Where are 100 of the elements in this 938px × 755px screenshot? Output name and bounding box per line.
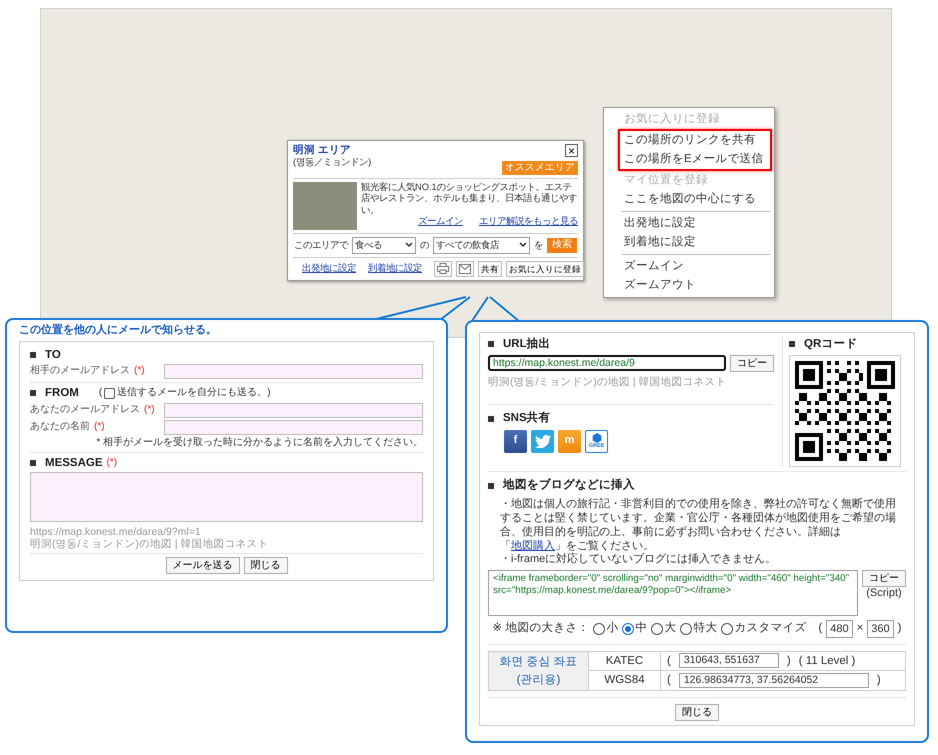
paren: ) — [786, 654, 791, 668]
sns-button[interactable] — [531, 430, 554, 453]
chevron-icon — [519, 242, 527, 248]
copy-button[interactable]: コピー — [730, 355, 774, 372]
zoom-level: ( 11 Level ) — [798, 654, 856, 668]
required-mark: (*) — [144, 404, 155, 416]
coordinate-system: WGS84 — [588, 670, 660, 690]
radio-option[interactable]: 小 — [593, 621, 618, 636]
bullet-icon — [488, 341, 494, 348]
purchase-link[interactable]: 地図購入 — [511, 540, 555, 552]
recommended-badge: オススメエリア — [502, 161, 578, 175]
section-heading: TO — [45, 348, 61, 362]
field-label: 相手のメールアドレス — [30, 365, 130, 378]
radio-option[interactable]: カスタマイズ — [721, 621, 806, 636]
page-title: 明洞(명동/ミョンドン)の地図 | 韓国地図コネスト — [488, 376, 728, 388]
close-button[interactable]: 閉じる — [675, 704, 719, 720]
search-label: このエリアで — [294, 240, 348, 252]
paren: ( — [667, 673, 671, 688]
menu-item[interactable]: ズームアウト — [604, 276, 774, 295]
form-button[interactable]: メールを送る — [166, 557, 240, 574]
menu-item[interactable]: ズームイン — [604, 257, 774, 276]
popup-link[interactable]: エリア解説をもっと見る — [479, 216, 578, 228]
text-field[interactable] — [164, 402, 423, 418]
search-joiner: の — [420, 240, 429, 252]
area-description: 観光客に人気NO.1のショッピングスポット。エステ店やレストラン、ホテルも集まり、日本語も通じやすい。 — [361, 182, 578, 216]
hexagon-icon — [592, 433, 602, 444]
times-sign: × — [856, 621, 864, 636]
close-button[interactable]: × — [565, 144, 578, 157]
share-button[interactable]: お気に入りに登録 — [506, 260, 584, 277]
area-subtitle: (명동／ミョンドン) — [293, 157, 372, 169]
required-mark: (*) — [94, 420, 105, 434]
text-field[interactable] — [164, 364, 423, 380]
popup-link[interactable]: 到着地に設定 — [368, 263, 422, 275]
text-field[interactable] — [164, 420, 423, 434]
paren: ( — [818, 621, 822, 636]
menu-item[interactable]: 出発地に設定 — [604, 214, 774, 233]
copy-button[interactable]: コピー — [862, 570, 906, 586]
section-heading: SNS共有 — [503, 411, 551, 426]
bullet-icon — [30, 460, 36, 466]
popup-link[interactable]: 出発地に設定 — [302, 263, 356, 275]
dropdown[interactable]: 食べる — [352, 236, 416, 254]
coordinate-system: KATEC — [588, 651, 660, 670]
section-heading: MESSAGE — [45, 456, 103, 470]
section-heading: FROM — [45, 386, 79, 400]
printer-icon — [437, 263, 449, 274]
coordinate-field[interactable]: 126.98634773, 37.56264052 — [678, 672, 869, 688]
required-mark: (*) — [106, 456, 118, 470]
radio-option[interactable]: 大 — [651, 621, 676, 636]
paren: ( — [667, 654, 671, 668]
field-label: あなたのメールアドレス — [30, 404, 140, 416]
message-field[interactable] — [30, 472, 423, 522]
radio-option[interactable]: 中 — [622, 621, 648, 636]
paren: ) — [898, 621, 902, 636]
panel-title: この位置を他の人にメールで知らせる。 — [19, 324, 218, 338]
paren: ) — [267, 387, 271, 400]
photo-placeholder — [293, 182, 357, 230]
section-heading: 地図をブログなどに挿入 — [503, 478, 635, 493]
bullet-icon — [30, 390, 36, 396]
bullet-icon — [30, 352, 36, 358]
coordinate-field[interactable]: 310643, 551637 — [678, 653, 779, 668]
bird-icon — [534, 434, 550, 448]
dropdown[interactable]: すべての飲食店 — [433, 236, 530, 254]
height-field[interactable]: 360 — [867, 620, 894, 638]
notice-text: ・地図は個人の旅行記・非営利目的での使用を除き、弊社の許可なく無断で使用することは堅く禁じています。企業・官公庁・各種団体が地図使用をご希望の場合、使用目的を明記の上、事前に必ずお問い合わせください。詳細は「地図購入」をご覧ください。 — [499, 496, 897, 552]
paren: ) — [876, 673, 881, 688]
copy-note: (Script) — [866, 586, 902, 600]
checkbox-label: 送信するメールを自分にも送る。 — [117, 387, 268, 400]
menu-item[interactable]: この場所のリンクを共有 — [620, 131, 770, 150]
checkbox[interactable] — [104, 388, 116, 399]
url-field[interactable]: https://map.konest.me/darea/9 — [488, 355, 726, 372]
share-url: https://map.konest.me/darea/9?ml=1 — [30, 526, 202, 538]
page-title: 明洞(명동/ミョンドン)の地図 | 韓国地図コネスト — [30, 538, 270, 550]
bullet-icon — [488, 416, 494, 422]
section-heading: URL抽出 — [503, 337, 551, 352]
print-button[interactable] — [434, 260, 452, 277]
mail-button[interactable] — [456, 260, 474, 277]
code-field[interactable]: <iframe frameborder="0" scrolling="no" marginwidth="0" width="460" height="340" src="https://map.konest.me/darea/9?pop=0"></iframe> — [488, 570, 858, 616]
menu-item[interactable]: ここを地図の中心にする — [604, 190, 774, 209]
envelope-icon — [459, 264, 471, 274]
note-text: ・i-frameに対応していないブログには挿入できません。 — [499, 552, 778, 566]
area-title: 明洞 エリア — [293, 144, 352, 158]
width-field[interactable]: 480 — [826, 620, 853, 638]
paren: ( — [98, 387, 102, 400]
field-label: あなたの名前 — [30, 420, 90, 434]
required-mark: (*) — [134, 365, 145, 378]
size-label: ※ 地図の大きさ： — [492, 621, 590, 636]
sns-button[interactable]: f — [504, 430, 527, 453]
coordinates-header: 화면 중심 좌표 (관리용) — [488, 651, 588, 690]
radio-option[interactable]: 特大 — [680, 621, 718, 636]
bullet-icon — [488, 482, 494, 489]
popup-link[interactable]: ズームイン — [418, 216, 463, 228]
search-joiner: を — [534, 240, 543, 252]
bullet-icon — [789, 341, 795, 348]
share-button[interactable]: 共有 — [478, 260, 502, 277]
form-button[interactable]: 閉じる — [244, 557, 288, 574]
chevron-icon — [405, 242, 413, 248]
menu-item[interactable]: この場所をEメールで送信 — [620, 150, 770, 169]
section-heading: QRコード — [804, 337, 858, 352]
menu-item[interactable]: 到着地に設定 — [604, 233, 774, 252]
form-note: * 相手がメールを受け取った時に分かるように名前を入力してください。 — [95, 436, 423, 449]
